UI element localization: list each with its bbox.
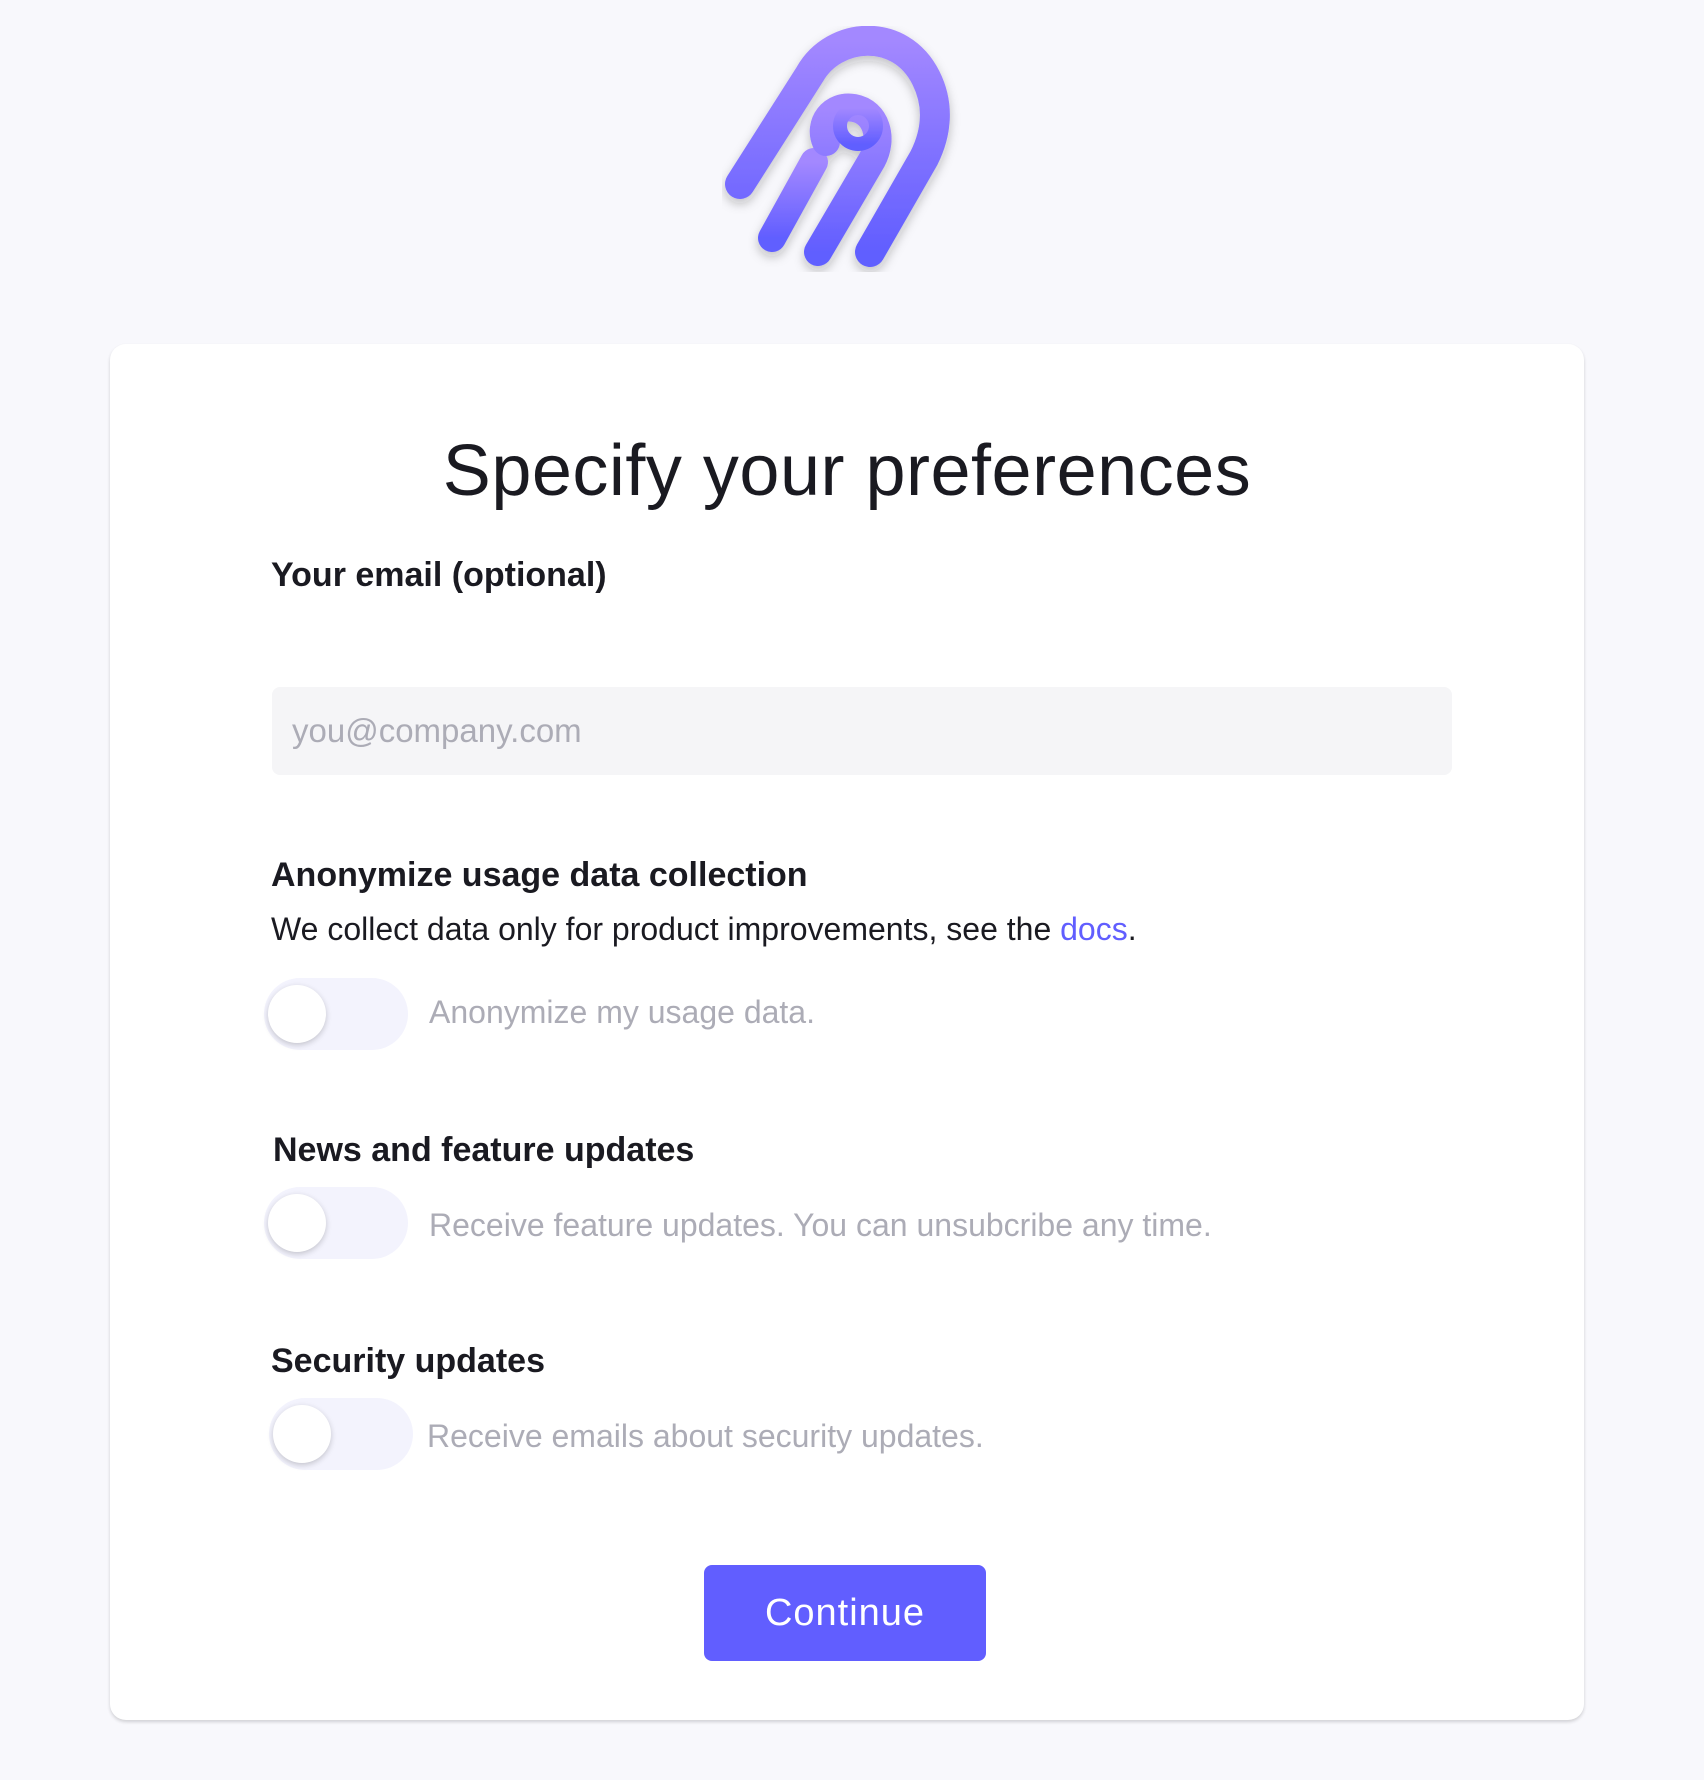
security-toggle[interactable] <box>269 1398 413 1470</box>
toggle-knob <box>273 1405 331 1463</box>
anonymize-toggle-label: Anonymize my usage data. <box>429 994 815 1030</box>
anonymize-toggle[interactable] <box>264 978 408 1050</box>
security-toggle-label: Receive emails about security updates. <box>427 1418 984 1454</box>
anonymize-description-text: We collect data only for product improve… <box>271 911 1061 947</box>
page-title: Specify your preferences <box>442 431 1252 511</box>
email-label: Your email (optional) <box>271 556 607 594</box>
docs-link[interactable]: docs <box>1060 911 1128 947</box>
email-field[interactable] <box>272 687 1452 775</box>
security-heading: Security updates <box>271 1342 545 1380</box>
anonymize-description-end: . <box>1127 911 1137 947</box>
airbyte-logo-icon <box>725 26 950 267</box>
preferences-card: Specify your preferences Your email (opt… <box>110 344 1584 1720</box>
toggle-knob <box>268 1194 326 1252</box>
anonymize-heading: Anonymize usage data collection <box>271 856 808 894</box>
news-toggle[interactable] <box>264 1187 408 1259</box>
toggle-knob <box>268 985 326 1043</box>
anonymize-description: We collect data only for product improve… <box>271 911 1137 948</box>
news-heading: News and feature updates <box>273 1131 695 1169</box>
continue-button[interactable]: Continue <box>704 1565 986 1661</box>
news-toggle-label: Receive feature updates. You can unsubcr… <box>429 1207 1212 1243</box>
